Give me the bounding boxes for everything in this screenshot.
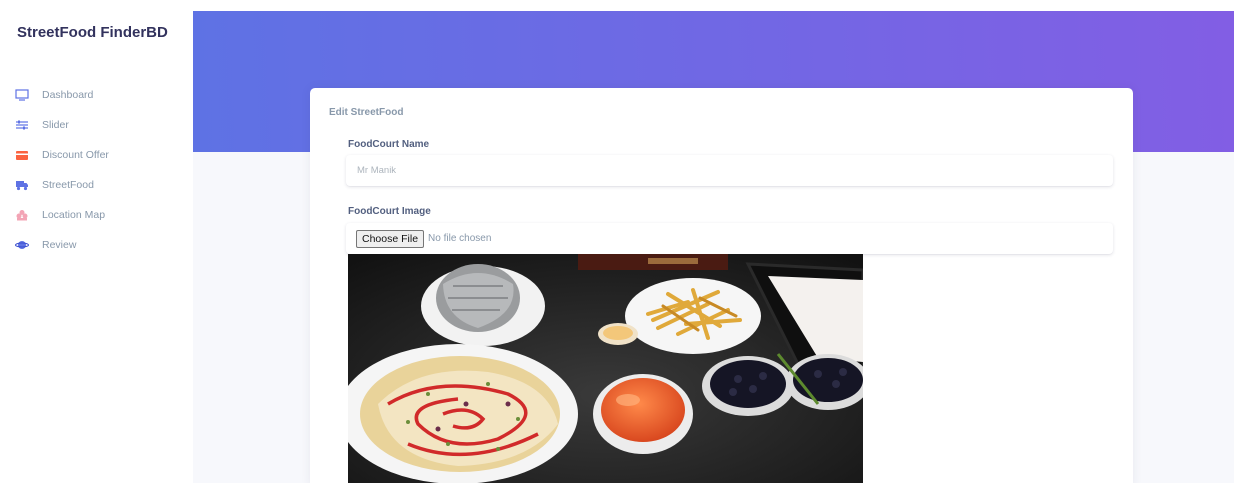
- map-pin-icon: [12, 208, 32, 222]
- sidebar-item-discount-offer[interactable]: Discount Offer: [0, 140, 193, 170]
- sliders-icon: [12, 118, 32, 132]
- foodcourt-name-field[interactable]: [346, 155, 1113, 186]
- main-content: Edit StreetFood FoodCourt Name FoodCourt…: [193, 11, 1234, 483]
- offer-card-icon: [12, 148, 32, 162]
- sidebar-item-location-map[interactable]: Location Map: [0, 200, 193, 230]
- sidebar-nav: Dashboard Slider Discount Offer StreetFo…: [0, 80, 193, 260]
- truck-icon: [12, 178, 32, 192]
- sidebar-item-slider[interactable]: Slider: [0, 110, 193, 140]
- sidebar-item-label: Slider: [42, 119, 69, 131]
- sidebar: StreetFood FinderBD Dashboard Slider Dis…: [0, 0, 193, 483]
- foodcourt-name-label: FoodCourt Name: [348, 139, 430, 150]
- foodcourt-image-field[interactable]: Choose File No file chosen: [346, 223, 1113, 254]
- foodcourt-image-label: FoodCourt Image: [348, 206, 431, 217]
- file-status: No file chosen: [428, 233, 492, 244]
- sidebar-item-label: Discount Offer: [42, 149, 109, 161]
- planet-icon: [12, 238, 32, 252]
- choose-file-button[interactable]: Choose File: [356, 229, 425, 248]
- brand-title[interactable]: StreetFood FinderBD: [17, 24, 168, 41]
- file-input[interactable]: Choose File No file chosen: [346, 223, 1113, 254]
- sidebar-item-label: Review: [42, 239, 77, 251]
- sidebar-item-label: StreetFood: [42, 179, 94, 191]
- foodcourt-image-preview: [348, 254, 863, 483]
- sidebar-item-label: Dashboard: [42, 89, 94, 101]
- edit-form-card: Edit StreetFood FoodCourt Name FoodCourt…: [310, 88, 1133, 483]
- tv-icon: [12, 88, 32, 102]
- sidebar-item-streetfood[interactable]: StreetFood: [0, 170, 193, 200]
- form-title: Edit StreetFood: [329, 107, 404, 118]
- sidebar-item-dashboard[interactable]: Dashboard: [0, 80, 193, 110]
- foodcourt-name-input[interactable]: [346, 155, 1113, 186]
- sidebar-item-review[interactable]: Review: [0, 230, 193, 260]
- sidebar-item-label: Location Map: [42, 209, 106, 221]
